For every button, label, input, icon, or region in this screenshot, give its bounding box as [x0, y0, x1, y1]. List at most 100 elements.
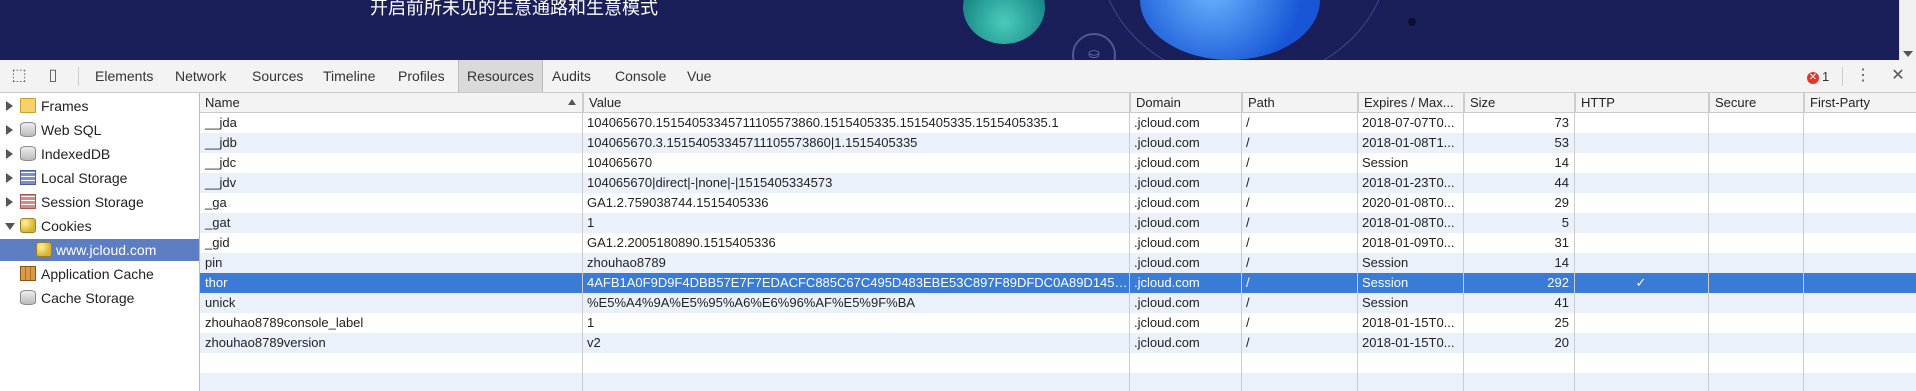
- cell-path: /: [1246, 155, 1250, 170]
- table-row[interactable]: thor 4AFB1A0F9D9F4DBB57E7F7EDACFC885C67C4…: [200, 273, 1916, 293]
- column-header-value[interactable]: Value: [583, 93, 1130, 112]
- cell-secure: [1708, 313, 1803, 333]
- collapse-arrow-icon[interactable]: [5, 223, 15, 230]
- cell-path: /: [1246, 295, 1250, 310]
- error-count: 1: [1822, 69, 1830, 84]
- cell-name: unick: [205, 295, 236, 310]
- column-header-domain[interactable]: Domain: [1130, 93, 1242, 112]
- cell-http: ✓: [1635, 275, 1647, 290]
- table-row[interactable]: __jda 104065670.1515405334571110557386​0.…: [200, 113, 1916, 133]
- tree-item-label: Session Storage: [41, 194, 144, 210]
- tree-item-frames[interactable]: Frames: [0, 95, 199, 117]
- expand-arrow-icon[interactable]: [6, 101, 13, 111]
- cell-secure: [1708, 333, 1803, 353]
- column-header-secure[interactable]: Secure: [1709, 93, 1804, 112]
- expand-arrow-icon[interactable]: [6, 197, 13, 207]
- scroll-down-arrow-icon[interactable]: [1903, 51, 1913, 57]
- cell-size: 73: [1554, 115, 1569, 130]
- tree-item-session-storage[interactable]: Session Storage: [0, 191, 199, 213]
- tab-network[interactable]: Network: [167, 60, 234, 92]
- cell-name: zhouhao8789console_label: [205, 315, 364, 330]
- database-icon: [20, 146, 36, 161]
- tree-item-web-sql[interactable]: Web SQL: [0, 119, 199, 141]
- tab-timeline[interactable]: Timeline: [315, 60, 383, 92]
- column-divider: [1803, 93, 1804, 391]
- cell-size: 53: [1554, 135, 1569, 150]
- column-header-name[interactable]: Name: [200, 93, 583, 112]
- column-header-http[interactable]: HTTP: [1575, 93, 1709, 112]
- tab-console[interactable]: Console: [607, 60, 674, 92]
- expand-arrow-icon[interactable]: [6, 149, 13, 159]
- tree-item-www-jcloud-com[interactable]: www.jcloud.com: [0, 239, 199, 261]
- tree-item-label: Cookies: [41, 218, 92, 234]
- tab-vue[interactable]: Vue: [679, 60, 719, 92]
- column-header-path[interactable]: Path: [1242, 93, 1358, 112]
- folder-icon: [20, 98, 36, 113]
- column-header-first-party[interactable]: First-Party: [1804, 93, 1916, 112]
- tab-elements[interactable]: Elements: [87, 60, 161, 92]
- table-row[interactable]: __jdv 104065670|direct|-|none|-|151540533…: [200, 173, 1916, 193]
- table-row[interactable]: zhouhao8789console_label 1 .jcloud.com / 201…: [200, 313, 1916, 333]
- expand-arrow-icon[interactable]: [6, 173, 13, 183]
- cell-secure: [1708, 133, 1803, 153]
- cell-first-party: [1803, 193, 1916, 213]
- cell-first-party: [1803, 153, 1916, 173]
- tree-item-application-cache[interactable]: Application Cache: [0, 263, 199, 285]
- cell-size: 41: [1554, 295, 1569, 310]
- cell-http: [1574, 153, 1708, 173]
- close-devtools-icon[interactable]: ✕: [1889, 67, 1907, 85]
- banner-dot: [1408, 18, 1416, 26]
- cell-first-party: [1803, 253, 1916, 273]
- cell-secure: [1708, 273, 1803, 293]
- tab-audits[interactable]: Audits: [544, 60, 599, 92]
- cell-value: 4AFB1A0F9D9F4DBB57E7F7EDACFC885C67C495D4…: [587, 275, 1129, 290]
- cell-name: _gat: [205, 215, 231, 230]
- inspect-element-icon[interactable]: ⬚: [10, 67, 28, 85]
- cell-secure: [1708, 233, 1803, 253]
- cell-value: 104065670: [587, 155, 653, 170]
- cell-first-party: [1803, 113, 1916, 133]
- column-header-size[interactable]: Size: [1464, 93, 1575, 112]
- tab-profiles[interactable]: Profiles: [390, 60, 453, 92]
- cell-name: thor: [205, 275, 228, 290]
- error-icon: ✕: [1807, 72, 1819, 84]
- table-row[interactable]: pin zhouhao8789 .jcloud.com / Session 14: [200, 253, 1916, 273]
- more-menu-icon[interactable]: ⋮: [1854, 67, 1872, 85]
- cell-http: [1574, 253, 1708, 273]
- cookie-icon: [36, 242, 52, 257]
- page-scrollbar[interactable]: [1899, 0, 1916, 60]
- cell-size: 44: [1554, 175, 1569, 190]
- column-header-expires[interactable]: Expires / Max...: [1358, 93, 1464, 112]
- expand-arrow-icon[interactable]: [6, 125, 13, 135]
- table-row[interactable]: unick %E5%A4%9A%E5%95%A6%E6%96%AF%E5%9F%B…: [200, 293, 1916, 313]
- tree-item-indexeddb[interactable]: IndexedDB: [0, 143, 199, 165]
- cell-first-party: [1803, 173, 1916, 193]
- device-mode-icon[interactable]: ▯: [44, 67, 62, 85]
- table-row[interactable]: _ga GA1.2.759038744.1515405336 .jcloud.com…: [200, 193, 1916, 213]
- error-count-badge[interactable]: ✕ 1: [1807, 68, 1829, 85]
- cell-http: [1574, 133, 1708, 153]
- table-row[interactable]: __jdb 104065670.3.1515405334571110557386​…: [200, 133, 1916, 153]
- tab-resources[interactable]: Resources: [458, 60, 543, 92]
- tree-item-cache-storage[interactable]: Cache Storage: [0, 287, 199, 309]
- cart-ring-icon: ⛀: [1072, 33, 1116, 60]
- cell-expires: Session: [1362, 295, 1409, 310]
- cell-first-party: [1803, 233, 1916, 253]
- table-row[interactable]: _gid GA1.2.2005180890.1515405336 .jcloud.c…: [200, 233, 1916, 253]
- table-row[interactable]: _gat 1 .jcloud.com / 2018-01-08T0... 5: [200, 213, 1916, 233]
- cell-secure: [1708, 113, 1803, 133]
- cell-first-party: [1803, 333, 1916, 353]
- tab-sources[interactable]: Sources: [244, 60, 311, 92]
- table-row[interactable]: zhouhao8789version v2 .jcloud.com / 2018-01-…: [200, 333, 1916, 353]
- cell-first-party: [1803, 313, 1916, 333]
- tree-item-cookies[interactable]: Cookies: [0, 215, 199, 237]
- table-row[interactable]: __jdc 104065670 .jcloud.com / Session 14: [200, 153, 1916, 173]
- cell-domain: .jcloud.com: [1134, 215, 1200, 230]
- cell-secure: [1708, 253, 1803, 273]
- column-divider: [1357, 93, 1358, 391]
- cell-name: _gid: [205, 235, 230, 250]
- cell-expires: 2018-01-15T0...: [1362, 335, 1455, 350]
- tree-item-local-storage[interactable]: Local Storage: [0, 167, 199, 189]
- cell-secure: [1708, 193, 1803, 213]
- cell-size: 14: [1554, 255, 1569, 270]
